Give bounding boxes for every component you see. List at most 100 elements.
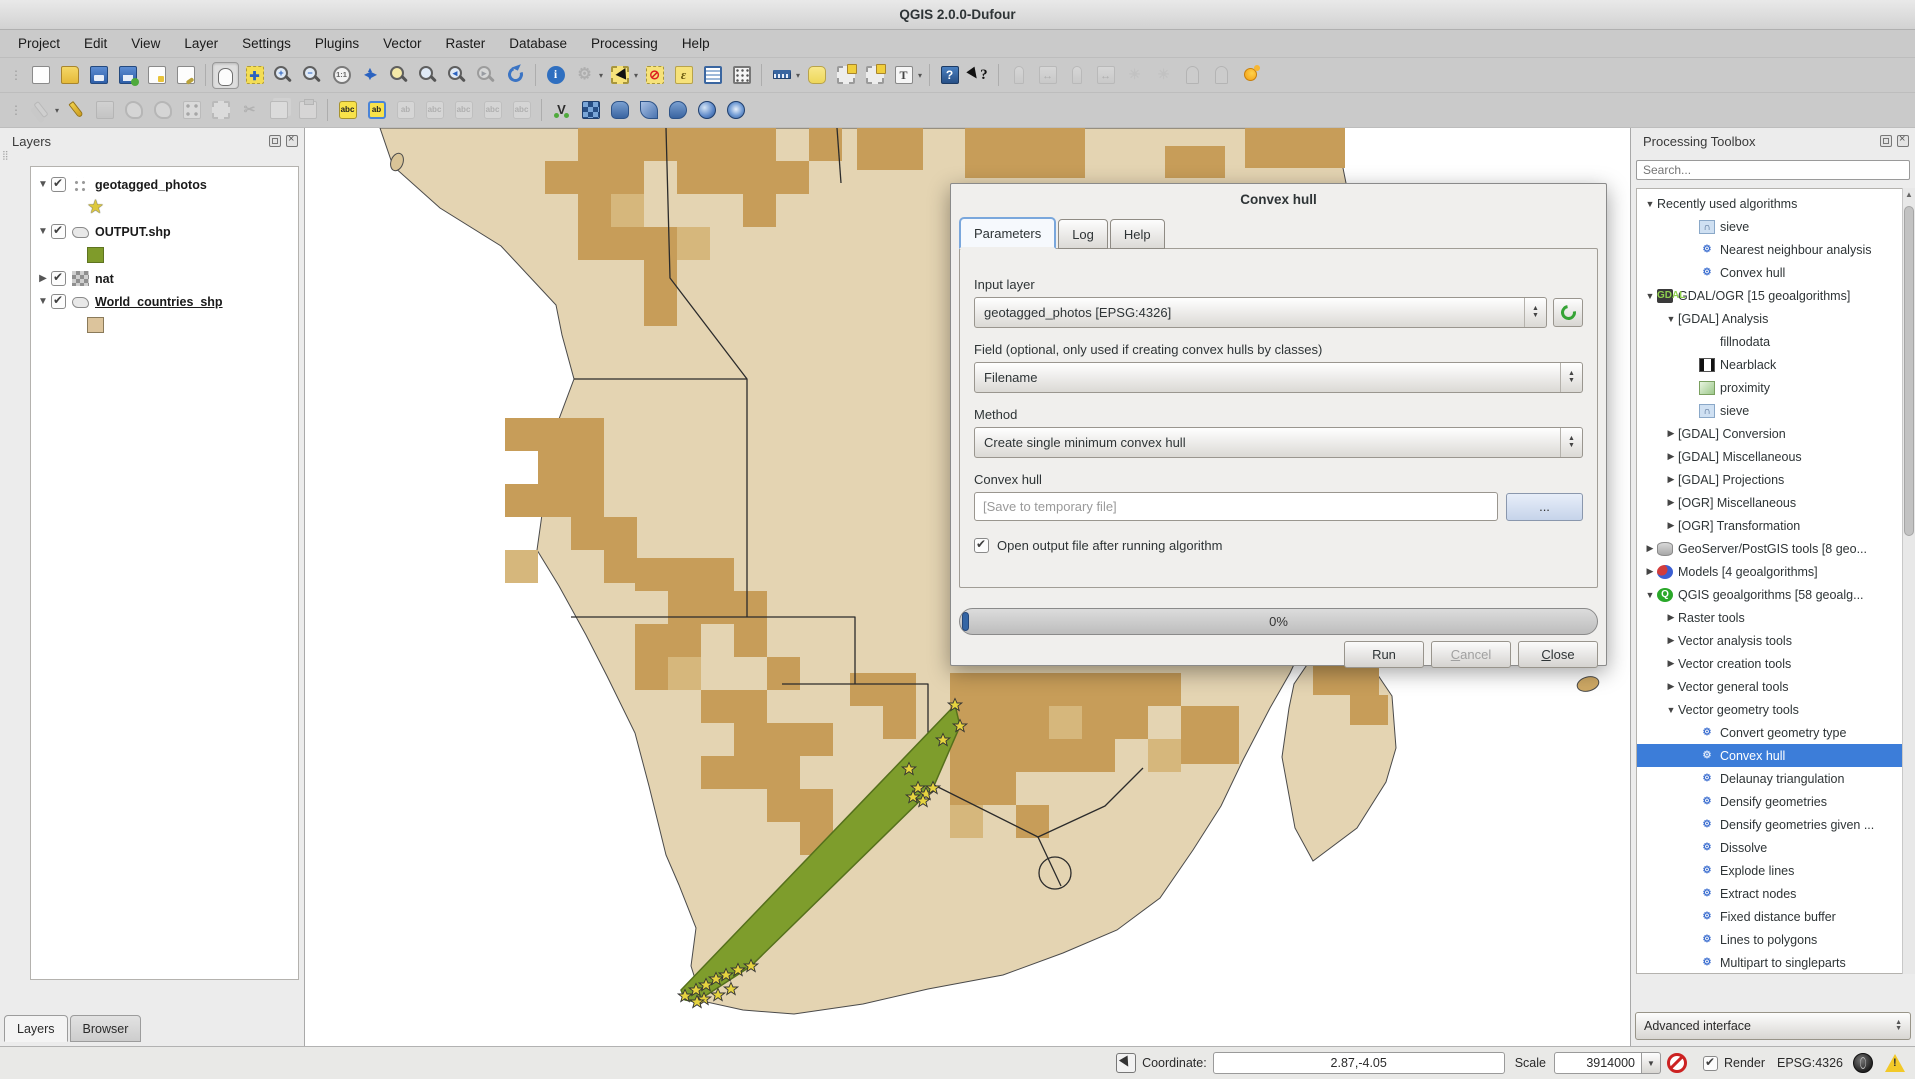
layer-row-nat[interactable]: ▶ nat <box>35 267 298 290</box>
expand-arrow-icon[interactable]: ▶ <box>1664 681 1678 692</box>
layer-checkbox[interactable] <box>51 224 66 239</box>
wms-layer-icon[interactable] <box>693 97 720 124</box>
zoom-in-icon[interactable]: + <box>270 62 297 89</box>
scale-input[interactable]: 3914000 <box>1554 1052 1642 1074</box>
layer-checkbox[interactable] <box>51 294 66 309</box>
measure-line-icon[interactable] <box>768 62 795 89</box>
toolbox-tree-item-gdal-projections[interactable]: ▶[GDAL] Projections <box>1637 468 1909 491</box>
input-layer-select[interactable]: geotagged_photos [EPSG:4326] ▲▼ <box>974 297 1547 328</box>
zoom-to-selection-icon[interactable] <box>386 62 413 89</box>
menu-vector[interactable]: Vector <box>371 30 433 57</box>
menu-raster[interactable]: Raster <box>433 30 497 57</box>
layer-row-world-countries[interactable]: ▼ World_countries_shp <box>35 290 298 313</box>
zoom-native-icon[interactable]: 1:1 <box>328 62 355 89</box>
toolbox-tree-item-models-4-geoalgorithms[interactable]: ▶Models [4 geoalgorithms] <box>1637 560 1909 583</box>
collapse-arrow-icon[interactable]: ▼ <box>35 226 51 237</box>
toolbox-tree-item-dissolve[interactable]: ⚙Dissolve <box>1637 836 1909 859</box>
zoom-full-extent-icon[interactable]: ◀▶ <box>357 62 384 89</box>
toolbox-tree-item-vector-geometry-tools[interactable]: ▼Vector geometry tools <box>1637 698 1909 721</box>
open-project-icon[interactable] <box>56 62 83 89</box>
toolbox-tree-item-recently-used-algorithms[interactable]: ▼Recently used algorithms <box>1637 192 1909 215</box>
float-panel-icon[interactable] <box>1880 135 1892 147</box>
menu-edit[interactable]: Edit <box>72 30 119 57</box>
iterate-layer-button[interactable] <box>1553 298 1583 327</box>
toolbox-tree-item-lines-to-polygons[interactable]: ⚙Lines to polygons <box>1637 928 1909 951</box>
toolbox-tree-item-densify-geometries-given[interactable]: ⚙Densify geometries given ... <box>1637 813 1909 836</box>
open-output-checkbox[interactable] <box>974 538 989 553</box>
expand-arrow-icon[interactable]: ▶ <box>1664 428 1678 439</box>
text-annotation-icon[interactable]: T <box>890 62 917 89</box>
toolbox-tree-item-gdal-conversion[interactable]: ▶[GDAL] Conversion <box>1637 422 1909 445</box>
tab-parameters[interactable]: Parameters <box>959 217 1056 249</box>
toolbox-tree-item-qgis-geoalgorithms-58-geoalg[interactable]: ▼QQGIS geoalgorithms [58 geoalg... <box>1637 583 1909 606</box>
expand-arrow-icon[interactable]: ▶ <box>1643 543 1657 554</box>
menu-plugins[interactable]: Plugins <box>303 30 371 57</box>
float-panel-icon[interactable] <box>269 135 281 147</box>
help-contents-icon[interactable]: ? <box>936 62 963 89</box>
toolbox-tree-item-gdal-analysis[interactable]: ▼[GDAL] Analysis <box>1637 307 1909 330</box>
pan-map-icon[interactable] <box>212 62 239 89</box>
toolbox-tree-item-gdal-ogr-15-geoalgorithms[interactable]: ▼GDALGDAL/OGR [15 geoalgorithms] <box>1637 284 1909 307</box>
wcs-layer-icon[interactable] <box>722 97 749 124</box>
close-panel-icon[interactable] <box>286 135 298 147</box>
menu-project[interactable]: Project <box>6 30 72 57</box>
text-annotation-dropdown-icon[interactable]: ▾ <box>918 71 922 80</box>
toolbox-tree-item-raster-tools[interactable]: ▶Raster tools <box>1637 606 1909 629</box>
crs-globe-icon[interactable] <box>1853 1053 1873 1073</box>
whats-this-icon[interactable]: ? <box>965 62 992 89</box>
render-checkbox[interactable] <box>1703 1056 1718 1071</box>
toolbox-search-input[interactable] <box>1636 160 1910 180</box>
new-project-icon[interactable] <box>27 62 54 89</box>
panel-grip[interactable]: ⣿ <box>2 150 8 161</box>
toolbox-tree-item-fixed-distance-buffer[interactable]: ⚙Fixed distance buffer <box>1637 905 1909 928</box>
deselect-all-icon[interactable]: ⊘ <box>641 62 668 89</box>
toolbox-tree-item-gdal-miscellaneous[interactable]: ▶[GDAL] Miscellaneous <box>1637 445 1909 468</box>
layer-row-output-shp[interactable]: ▼ OUTPUT.shp <box>35 220 298 243</box>
scroll-up-icon[interactable]: ▲ <box>1903 188 1915 201</box>
field-calculator-icon[interactable] <box>728 62 755 89</box>
layer-checkbox[interactable] <box>51 177 66 192</box>
collapse-arrow-icon[interactable]: ▼ <box>1664 314 1678 324</box>
measure-line-dropdown-icon[interactable]: ▾ <box>796 71 800 80</box>
expand-arrow-icon[interactable]: ▶ <box>35 273 51 284</box>
show-bookmarks-icon[interactable] <box>861 62 888 89</box>
pan-to-selection-icon[interactable]: ✚ <box>241 62 268 89</box>
postgis-layer-icon[interactable] <box>606 97 633 124</box>
toolbox-tree-item-explode-lines[interactable]: ⚙Explode lines <box>1637 859 1909 882</box>
tab-layers[interactable]: Layers <box>4 1015 68 1042</box>
collapse-arrow-icon[interactable]: ▼ <box>35 296 51 307</box>
toolbox-tree-item-extract-nodes[interactable]: ⚙Extract nodes <box>1637 882 1909 905</box>
collapse-arrow-icon[interactable]: ▼ <box>1643 291 1657 301</box>
menu-processing[interactable]: Processing <box>579 30 670 57</box>
expand-arrow-icon[interactable]: ▶ <box>1664 612 1678 623</box>
collapse-arrow-icon[interactable]: ▼ <box>35 179 51 190</box>
coordinate-input[interactable]: 2.87,-4.05 <box>1213 1052 1505 1074</box>
toolbox-tree-item-convex-hull[interactable]: ⚙Convex hull <box>1637 261 1909 284</box>
select-by-expression-icon[interactable]: ε <box>670 62 697 89</box>
map-canvas[interactable]: Convex hull Parameters Log Help Input la… <box>305 128 1630 1046</box>
open-attribute-table-icon[interactable] <box>699 62 726 89</box>
touch-tool-icon[interactable] <box>1237 62 1264 89</box>
highlight-labels-icon[interactable]: abc <box>334 97 361 124</box>
new-print-composer-icon[interactable] <box>143 62 170 89</box>
spatialite-layer-icon[interactable] <box>635 97 662 124</box>
interface-mode-select[interactable]: Advanced interface ▲▼ <box>1635 1012 1911 1040</box>
tree-scrollbar[interactable]: ▲ <box>1902 188 1915 974</box>
expand-arrow-icon[interactable]: ▶ <box>1664 520 1678 531</box>
mssql-layer-icon[interactable] <box>664 97 691 124</box>
toolbox-tree-item-ogr-miscellaneous[interactable]: ▶[OGR] Miscellaneous <box>1637 491 1909 514</box>
collapse-arrow-icon[interactable]: ▼ <box>1643 199 1657 209</box>
expand-arrow-icon[interactable]: ▶ <box>1664 474 1678 485</box>
menu-settings[interactable]: Settings <box>230 30 303 57</box>
title-bar[interactable]: QGIS 2.0.0-Dufour <box>0 0 1915 30</box>
expand-arrow-icon[interactable]: ▶ <box>1664 658 1678 669</box>
menu-database[interactable]: Database <box>497 30 579 57</box>
menu-layer[interactable]: Layer <box>172 30 230 57</box>
run-button[interactable]: Run <box>1344 641 1424 668</box>
toolbox-tree-item-vector-analysis-tools[interactable]: ▶Vector analysis tools <box>1637 629 1909 652</box>
close-button[interactable]: Close <box>1518 641 1598 668</box>
stop-render-icon[interactable] <box>1667 1053 1687 1073</box>
field-select[interactable]: Filename ▲▼ <box>974 362 1583 393</box>
topology-nodes-icon[interactable]: V <box>548 97 575 124</box>
toolbox-tree-item-fillnodata[interactable]: fillnodata <box>1637 330 1909 353</box>
